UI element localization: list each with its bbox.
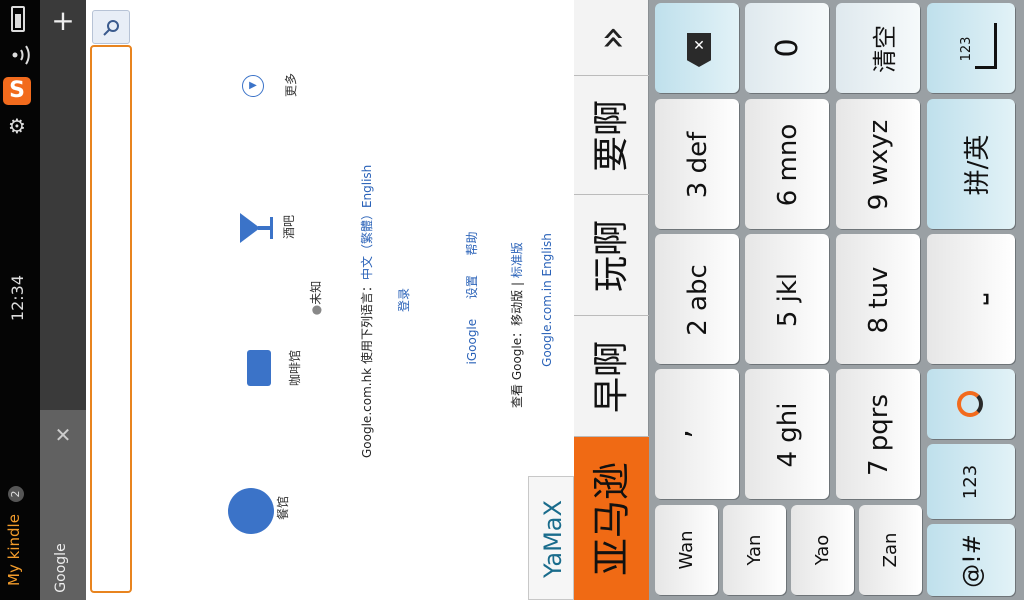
- pinyin-suggestion[interactable]: Wan: [655, 505, 718, 595]
- pinyin-suggestion[interactable]: Zan: [859, 505, 922, 595]
- ime-composition: YaMaX: [528, 476, 574, 600]
- help-link[interactable]: 帮助: [465, 232, 479, 256]
- clock-time: 12:34: [8, 274, 27, 322]
- cocktail-icon: [240, 213, 273, 243]
- space-key[interactable]: ⎵: [927, 234, 1015, 364]
- key-4[interactable]: 4 ghi: [745, 369, 829, 499]
- wifi-icon: [6, 42, 32, 68]
- number-mode-key[interactable]: 123: [927, 444, 1015, 519]
- enter-arrow-icon: [975, 23, 997, 69]
- enter-key[interactable]: 123: [927, 3, 1015, 93]
- battery-icon: [11, 6, 25, 32]
- view-google-line: 查看 Google：移动版 | 标准版: [510, 242, 524, 408]
- search-input[interactable]: [90, 45, 132, 593]
- local-more[interactable]: ▶ 更多: [240, 70, 310, 106]
- clear-key[interactable]: 清空: [836, 3, 920, 93]
- apostrophe-key[interactable]: ’: [655, 369, 739, 499]
- candidate-item[interactable]: 要啊: [574, 77, 649, 195]
- candidate-expand-button[interactable]: »: [574, 0, 649, 76]
- login-link[interactable]: 登录: [395, 278, 411, 322]
- candidate-item[interactable]: 早啊: [574, 317, 649, 437]
- sogou-input-icon[interactable]: S: [3, 77, 31, 105]
- tab-title: Google: [53, 543, 69, 593]
- location-status: ●未知: [309, 280, 323, 316]
- standard-version-link[interactable]: 标准版: [510, 242, 524, 278]
- backspace-key[interactable]: ✕: [655, 3, 739, 93]
- browser-tab[interactable]: ✕ Google: [40, 410, 86, 600]
- close-tab-icon[interactable]: ✕: [52, 424, 74, 446]
- web-page: 餐馆 咖啡馆 酒吧 ▶ 更多 ●未知 Google.com.hk 使用下列语言：…: [86, 0, 574, 600]
- gear-icon[interactable]: ⚙: [5, 114, 29, 138]
- settings-link[interactable]: 设置: [465, 275, 479, 299]
- google-english-link[interactable]: Google.com.in English: [540, 230, 556, 370]
- lang-switch-key[interactable]: 拼/英: [927, 99, 1015, 229]
- footer-links: iGoogle 设置 帮助: [463, 213, 479, 383]
- pinyin-suggestion[interactable]: Yan: [723, 505, 786, 595]
- play-more-icon: ▶: [242, 75, 264, 97]
- sogou-swirl-icon: [957, 391, 983, 417]
- key-3[interactable]: 3 def: [655, 99, 739, 229]
- local-bar[interactable]: 酒吧: [236, 205, 306, 255]
- sogou-emoji-key[interactable]: [927, 369, 1015, 439]
- key-5[interactable]: 5 jkl: [745, 234, 829, 364]
- key-2[interactable]: 2 abc: [655, 234, 739, 364]
- igoogle-link[interactable]: iGoogle: [465, 319, 479, 365]
- pinyin-suggestion[interactable]: Yao: [791, 505, 854, 595]
- candidate-bar: » 要啊 玩啊 早啊 亚马逊: [574, 0, 649, 600]
- search-icon: [103, 20, 119, 36]
- language-line: Google.com.hk 使用下列语言：中文（繁體）English: [360, 164, 374, 458]
- language-links[interactable]: 中文（繁體）English: [360, 165, 374, 280]
- restaurant-icon: [228, 488, 274, 534]
- local-coffee[interactable]: 咖啡馆: [241, 340, 311, 400]
- search-button[interactable]: [92, 10, 130, 44]
- key-9[interactable]: 9 wxyz: [836, 99, 920, 229]
- key-6[interactable]: 6 mno: [745, 99, 829, 229]
- kindle-app-label: My kindle: [5, 514, 23, 586]
- coffee-icon: [247, 350, 271, 386]
- browser-tab-strip: + ✕ Google: [40, 0, 86, 600]
- backspace-icon: ✕: [687, 33, 711, 67]
- key-8[interactable]: 8 tuv: [836, 234, 920, 364]
- candidate-item[interactable]: 玩啊: [574, 196, 649, 316]
- key-7[interactable]: 7 pqrs: [836, 369, 920, 499]
- local-restaurant[interactable]: 餐馆: [228, 486, 298, 536]
- key-0[interactable]: 0: [745, 3, 829, 93]
- status-bar: S ⚙ 12:34 2 My kindle: [0, 0, 40, 600]
- candidate-item-selected[interactable]: 亚马逊: [574, 437, 649, 600]
- symbol-mode-key[interactable]: @!#: [927, 524, 1015, 596]
- new-tab-button[interactable]: +: [50, 6, 76, 36]
